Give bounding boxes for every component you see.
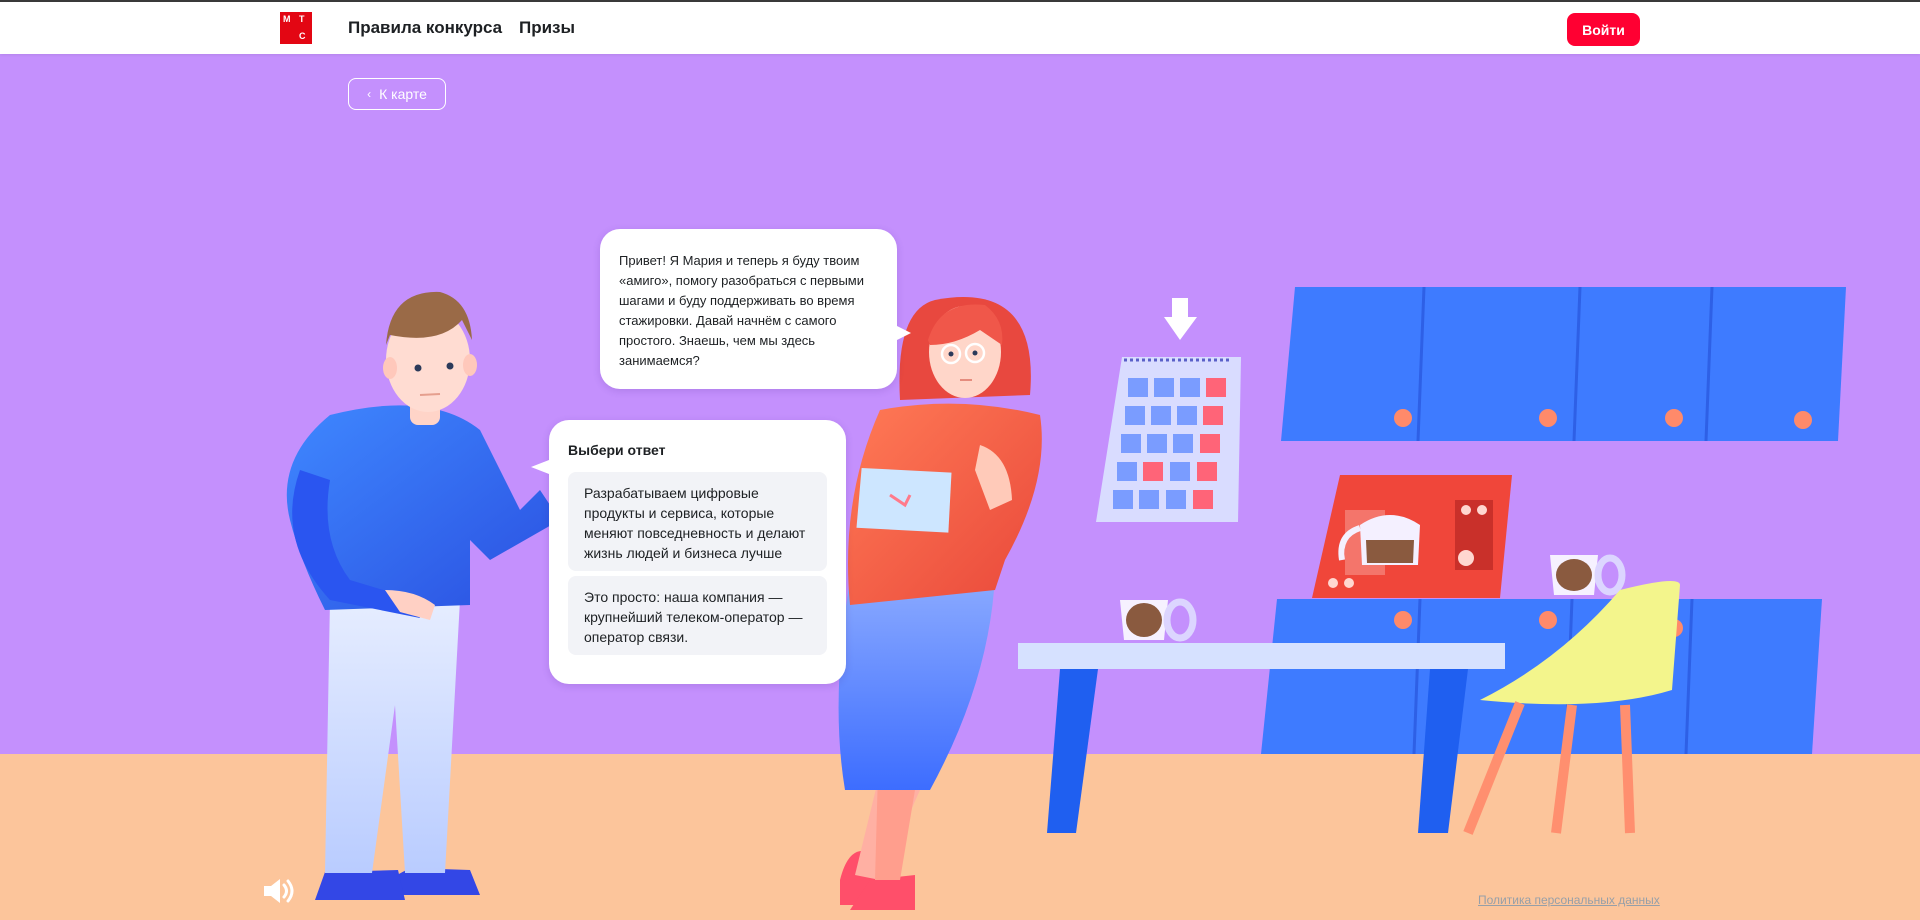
speech-bubble-maria: Привет! Я Мария и теперь я буду твоим «а… xyxy=(600,229,911,389)
upper-cabinets xyxy=(1281,286,1846,442)
wall-calendar xyxy=(1096,298,1241,522)
answers-bubble-tail xyxy=(531,460,549,474)
answer-option-2[interactable]: Это просто: наша компания — крупнейший т… xyxy=(568,576,827,655)
back-to-map-button[interactable]: ‹ К карте xyxy=(348,78,446,110)
back-button-label: К карте xyxy=(379,86,427,102)
speech-bubble-tail xyxy=(895,325,911,341)
office-illustration xyxy=(286,286,1846,910)
answers-title: Выбери ответ xyxy=(568,442,666,458)
coffee-machine xyxy=(1312,475,1512,598)
logo-letter-m: М xyxy=(283,14,291,24)
nav-prizes[interactable]: Призы xyxy=(519,18,575,38)
chevron-left-icon: ‹ xyxy=(367,87,372,101)
privacy-policy-link[interactable]: Политика персональных данных xyxy=(1478,893,1660,907)
mts-logo[interactable]: М Т С xyxy=(280,12,312,44)
nav-contest-rules[interactable]: Правила конкурса xyxy=(348,18,502,38)
man-character xyxy=(286,291,560,900)
logo-letter-t: Т xyxy=(299,14,305,24)
speaker-icon[interactable] xyxy=(262,876,296,906)
answer-choices-bubble: Выбери ответ Разрабатываем цифровые прод… xyxy=(531,420,846,684)
site-header: М Т С Правила конкурса Призы Войти xyxy=(0,2,1920,54)
table xyxy=(1018,643,1505,833)
answer-option-1[interactable]: Разрабатываем цифровые продукты и сервис… xyxy=(568,472,827,571)
login-button[interactable]: Войти xyxy=(1567,13,1640,46)
speaker-text: Привет! Я Мария и теперь я буду твоим «а… xyxy=(619,253,865,368)
logo-letter-s: С xyxy=(299,31,306,41)
